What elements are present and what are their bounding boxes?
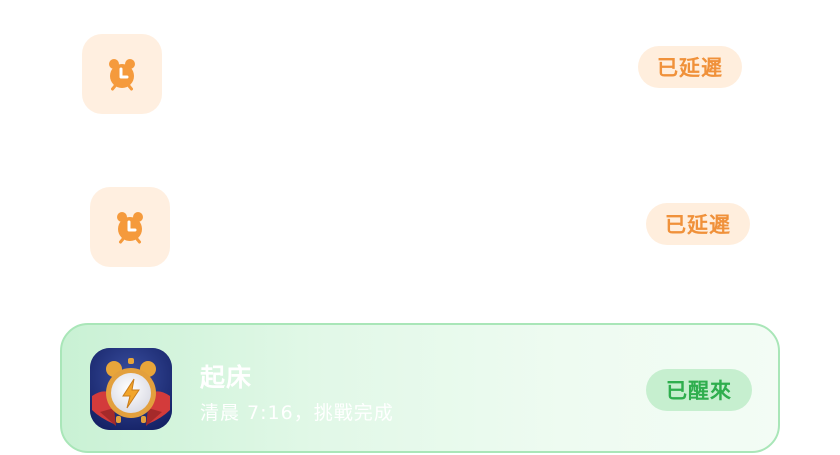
alarm-clock-icon xyxy=(109,59,135,91)
alarm-title: 起床 xyxy=(200,363,253,392)
status-badge-delayed: 已延遲 xyxy=(646,203,750,245)
alarm-clock-icon xyxy=(117,212,143,244)
superhero-alarm-app-icon xyxy=(90,348,172,430)
alarm-subtitle: 清晨 7:16，挑戰完成 xyxy=(200,402,394,424)
alarm-row-icon-tile xyxy=(90,187,170,267)
status-badge-awake: 已醒來 xyxy=(646,369,752,411)
wake-up-alarm-card[interactable]: 起床 清晨 7:16，挑戰完成 已醒來 xyxy=(60,323,780,453)
alarm-history-list: 已延遲 已延遲 起床 清晨 7:16，挑戰完成 已醒來 xyxy=(0,0,840,455)
alarm-row-icon-tile xyxy=(82,34,162,114)
status-badge-delayed: 已延遲 xyxy=(638,46,742,88)
